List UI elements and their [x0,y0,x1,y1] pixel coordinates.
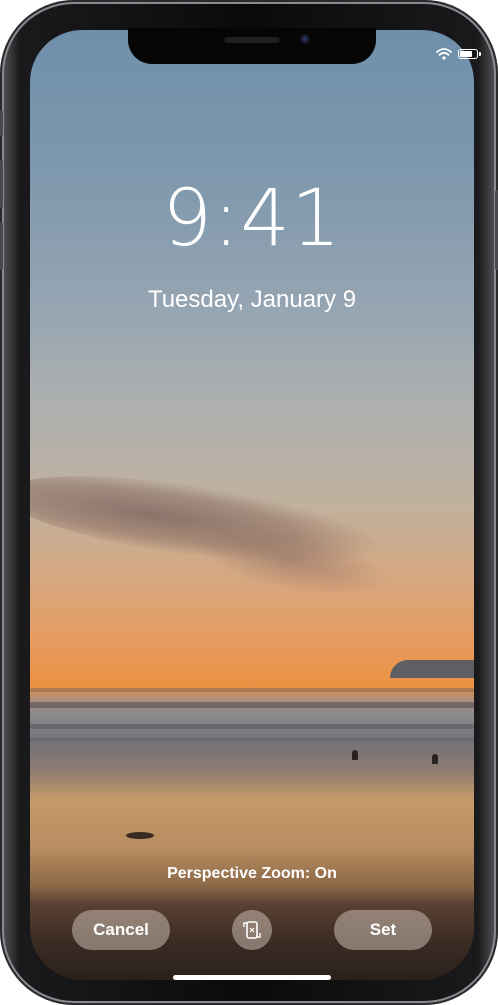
wallpaper-bird [352,750,358,760]
front-camera [300,34,310,44]
notch [128,28,376,64]
wallpaper-wave [30,724,474,729]
lock-screen-date: Tuesday, January 9 [147,286,357,313]
lock-screen-time: 9:41 [162,174,342,264]
battery-icon [458,49,481,59]
perspective-zoom-icon [243,921,261,939]
wifi-icon [436,48,452,60]
perspective-zoom-toggle-button[interactable] [232,910,272,950]
volume-up-button [0,160,3,208]
wallpaper-wave [30,702,474,708]
lock-screen: 9:41 Tuesday, January 9 Perspective Zoom… [30,30,474,980]
set-button[interactable]: Set [334,910,432,950]
earpiece-speaker [224,37,280,43]
battery-level [460,51,472,57]
wallpaper-bird [432,754,438,764]
home-indicator[interactable] [173,975,331,980]
status-bar [436,48,481,60]
perspective-zoom-status: Perspective Zoom: On [167,865,337,882]
silent-switch [0,110,3,136]
wallpaper-headland [390,660,474,678]
wallpaper-wave [30,738,474,741]
phone-frame: 9:41 Tuesday, January 9 Perspective Zoom… [0,0,498,1005]
cancel-button[interactable]: Cancel [72,910,170,950]
volume-down-button [0,222,3,270]
wallpaper-wave [30,688,474,692]
wallpaper-rock [126,832,154,839]
